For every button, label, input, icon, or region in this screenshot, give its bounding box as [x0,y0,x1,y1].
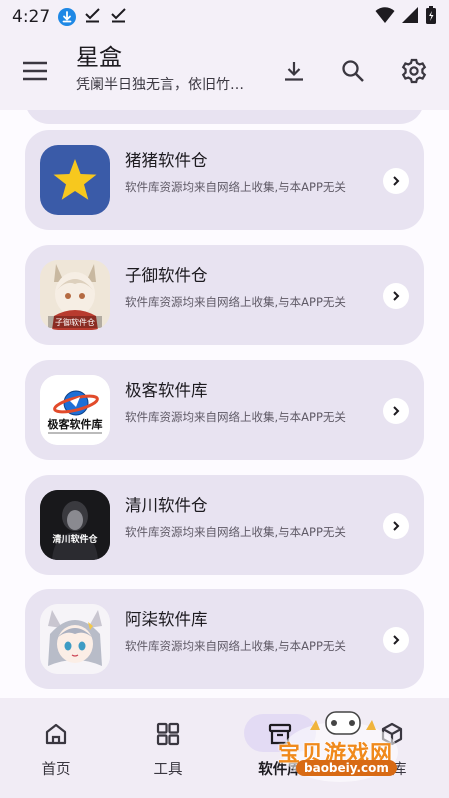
logo-text: 清川软件仓 [52,533,98,545]
signal-icon [401,6,419,29]
list-item[interactable]: 阿柒软件库 软件库资源均来自网络上收集,与本APP无关 [25,589,424,689]
app-subtitle: 凭阑半日独无言，依旧竹… [76,77,244,93]
search-icon[interactable] [337,55,369,87]
home-icon [40,720,72,748]
menu-icon[interactable] [20,56,50,86]
battery-icon [425,5,437,30]
nav-item-home[interactable]: 首页 [0,698,112,798]
box-icon [376,720,408,748]
list-item[interactable]: 猪猪软件仓 软件库资源均来自网络上收集,与本APP无关 [25,130,424,230]
app-bar: 星盒 凭阑半日独无言，依旧竹… [0,34,449,110]
card-desc: 软件库资源均来自网络上收集,与本APP无关 [125,180,346,194]
list-item[interactable] [25,110,424,124]
star-logo [40,145,110,215]
bottom-navigation: 首页 工具 软件库 仓库 [0,698,449,798]
nav-label: 工具 [153,762,183,778]
check-download-icon [110,6,128,29]
card-desc: 软件库资源均来自网络上收集,与本APP无关 [125,410,346,424]
chevron-right-icon[interactable] [383,627,409,653]
card-name: 猪猪软件仓 [125,151,208,170]
dark-figure-logo: 清川软件仓 [40,490,110,560]
settings-icon[interactable] [398,55,430,87]
download-icon[interactable] [278,55,310,87]
card-desc: 软件库资源均来自网络上收集,与本APP无关 [125,639,346,653]
chevron-right-icon[interactable] [383,398,409,424]
card-desc: 软件库资源均来自网络上收集,与本APP无关 [125,295,346,309]
logo-text: 子御软件仓 [55,317,95,327]
archive-icon [264,720,296,748]
card-name: 子御软件仓 [125,266,208,285]
app-title: 星盒 [76,45,122,71]
list-item[interactable]: 极客软件库 极客软件库 软件库资源均来自网络上收集,与本APP无关 [25,360,424,460]
anime-girl-logo [40,604,110,674]
nav-item-software-library[interactable]: 软件库 [224,698,336,798]
nav-item-warehouse[interactable]: 仓库 [336,698,448,798]
logo-text: 极客软件库 [48,417,103,431]
chevron-right-icon[interactable] [383,283,409,309]
card-desc: 软件库资源均来自网络上收集,与本APP无关 [125,525,346,539]
list-item[interactable]: 清川软件仓 清川软件仓 软件库资源均来自网络上收集,与本APP无关 [25,475,424,575]
repository-list[interactable]: 猪猪软件仓 软件库资源均来自网络上收集,与本APP无关 子御软件仓 子御软件仓 … [0,110,449,698]
nav-label: 首页 [41,762,71,778]
check-download-icon [84,6,102,29]
card-name: 阿柒软件库 [125,610,208,629]
card-name: 极客软件库 [125,381,208,400]
card-name: 清川软件仓 [125,496,208,515]
title-block: 星盒 凭阑半日独无言，依旧竹… [76,42,266,96]
grid-icon [152,720,184,748]
nav-label: 软件库 [258,762,302,778]
nav-item-tools[interactable]: 工具 [112,698,224,798]
anime-cat-logo: 子御软件仓 [40,260,110,330]
chevron-right-icon[interactable] [383,168,409,194]
download-badge-icon [58,8,77,26]
status-bar: 4:27 [0,0,449,34]
list-item[interactable]: 子御软件仓 子御软件仓 软件库资源均来自网络上收集,与本APP无关 [25,245,424,345]
status-time: 4:27 [12,7,51,27]
chevron-right-icon[interactable] [383,513,409,539]
planet-logo: 极客软件库 [40,375,110,445]
nav-label: 仓库 [377,762,407,778]
wifi-icon [375,6,395,29]
